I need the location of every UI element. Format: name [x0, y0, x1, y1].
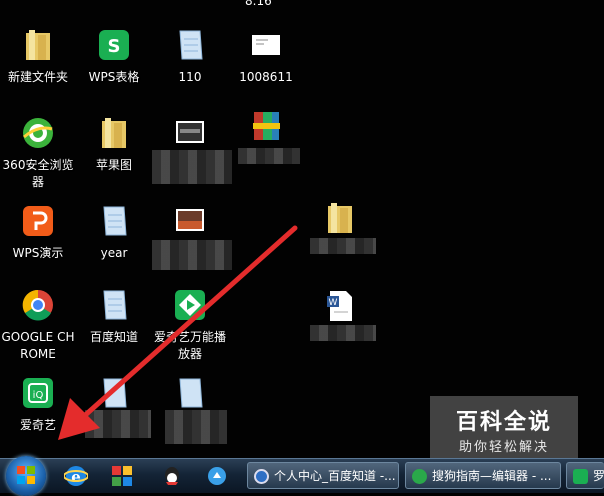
qq-icon[interactable]: [160, 464, 184, 488]
start-button[interactable]: [6, 456, 46, 496]
app-tray-icon[interactable]: [205, 464, 229, 488]
windows-logo-icon: [17, 466, 35, 484]
taskbar-task-partial[interactable]: 罗: [566, 462, 604, 489]
task-label: 个人中心_百度知道 -...: [274, 469, 396, 483]
task-label: 搜狗指南—编辑器 - ...: [432, 469, 552, 483]
watermark-title: 百科全说: [455, 410, 552, 435]
desktop: 8.16 新建文件夹 360安全浏览器 WPS演示 GOOGLE CHROME …: [0, 0, 604, 458]
internet-explorer-icon[interactable]: e: [63, 464, 89, 488]
browser-icon: [254, 469, 269, 484]
taskbar-task-sogou-guide[interactable]: 搜狗指南—编辑器 - ...: [405, 462, 561, 489]
taskbar: e 个人中心_百度知道 -... 搜狗指南—编辑器 - ... 罗: [0, 456, 604, 496]
sogou-browser-icon: [412, 469, 427, 484]
taskbar-task-baidu-zhidao[interactable]: 个人中心_百度知道 -...: [247, 462, 399, 489]
media-center-icon[interactable]: [110, 464, 134, 488]
red-arrow-annotation: [58, 225, 298, 440]
wps-icon: [573, 469, 588, 484]
task-label: 罗: [593, 469, 604, 483]
watermark: 百科全说 助你轻松解决: [430, 396, 578, 458]
watermark-subtitle: 助你轻松解决: [458, 440, 549, 455]
